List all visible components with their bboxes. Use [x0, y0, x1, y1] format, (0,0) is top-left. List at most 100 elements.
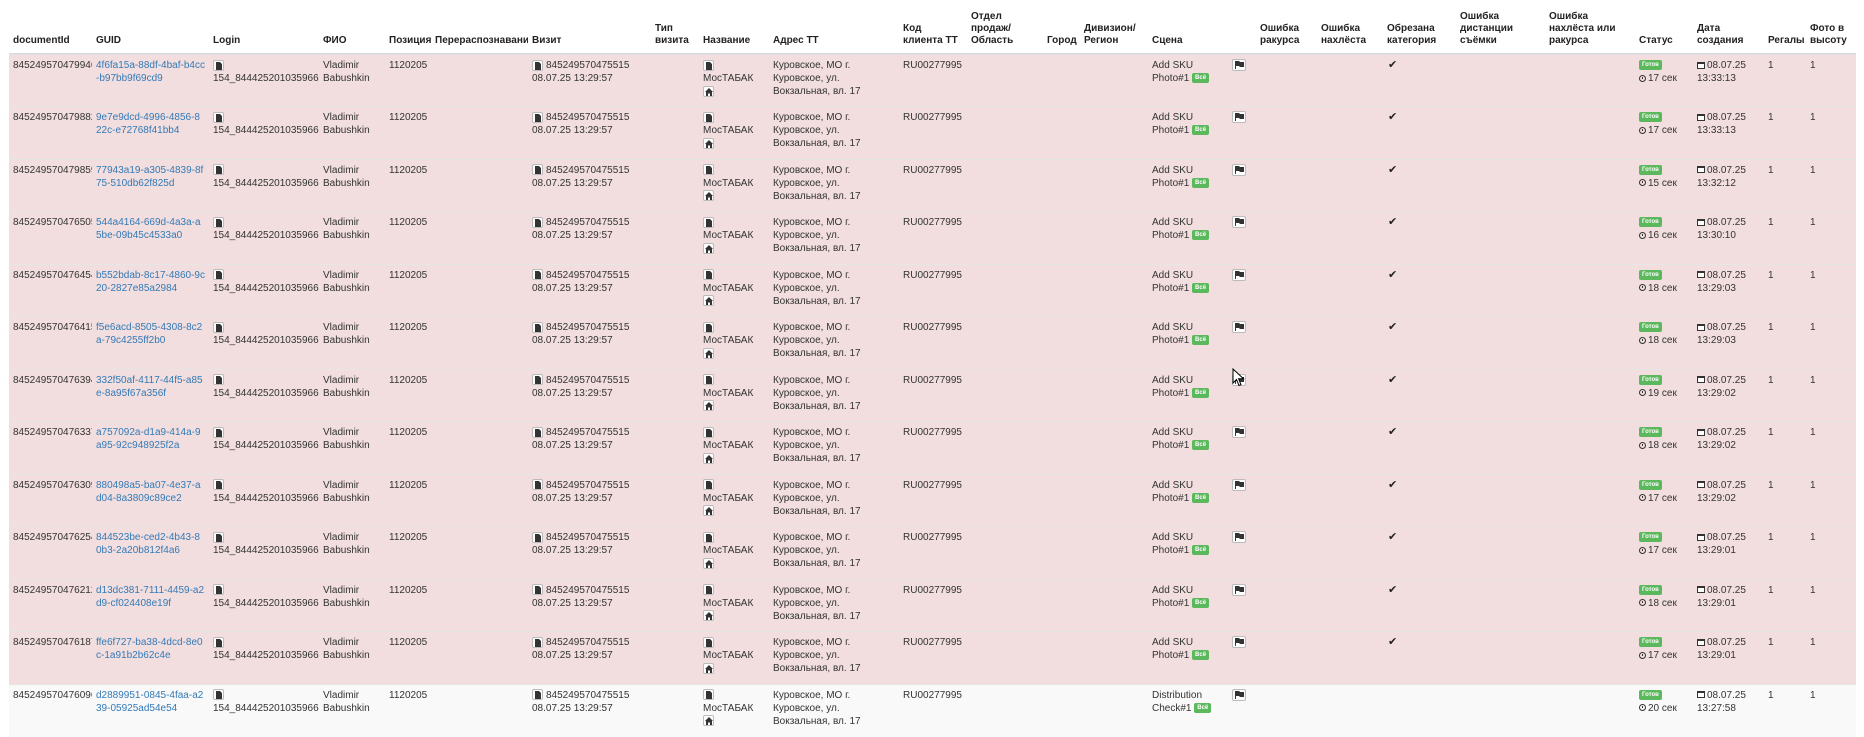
- column-header-23[interactable]: Регалы: [1764, 0, 1806, 55]
- table-row[interactable]: 845249570476254 844523be-ced2-4b43-80b3-…: [9, 526, 1856, 579]
- column-header-2[interactable]: Login: [209, 0, 319, 55]
- column-header-9[interactable]: Адрес ТТ: [769, 0, 899, 55]
- column-header-14[interactable]: Сцена: [1148, 0, 1228, 55]
- file-icon[interactable]: [703, 164, 714, 176]
- file-icon[interactable]: [703, 321, 714, 333]
- file-icon[interactable]: [532, 216, 543, 228]
- file-icon[interactable]: [213, 689, 224, 701]
- file-icon[interactable]: [213, 111, 224, 123]
- column-header-5[interactable]: Перераспознавание: [431, 0, 528, 55]
- home-icon[interactable]: [703, 715, 714, 727]
- file-icon[interactable]: [213, 584, 224, 596]
- flag-icon[interactable]: [1232, 163, 1246, 176]
- column-header-12[interactable]: Город: [1043, 0, 1080, 55]
- file-icon[interactable]: [213, 216, 224, 228]
- column-header-7[interactable]: Тип визита: [651, 0, 699, 55]
- column-header-19[interactable]: Ошибка дистанции съёмки: [1456, 0, 1545, 55]
- file-icon[interactable]: [213, 321, 224, 333]
- guid-link[interactable]: 332f50af-4117-44f5-a85e-8a95f67a356f: [96, 374, 205, 400]
- home-icon[interactable]: [703, 400, 714, 412]
- file-icon[interactable]: [703, 269, 714, 281]
- guid-link[interactable]: 544a4164-669d-4a3a-a5be-09b45c4533a0: [96, 216, 205, 242]
- file-icon[interactable]: [532, 269, 543, 281]
- column-header-0[interactable]: documentId: [9, 0, 92, 55]
- guid-link[interactable]: a757092a-d1a9-414a-9a95-92c948925f2a: [96, 426, 205, 452]
- column-header-16[interactable]: Ошибка ракурса: [1256, 0, 1317, 55]
- file-icon[interactable]: [532, 59, 543, 71]
- file-icon[interactable]: [532, 111, 543, 123]
- file-icon[interactable]: [703, 479, 714, 491]
- table-row[interactable]: 845249570476415 f5e6acd-8505-4308-8c2a-7…: [9, 316, 1856, 369]
- column-header-18[interactable]: Обрезана категория: [1383, 0, 1456, 55]
- home-icon[interactable]: [703, 137, 714, 149]
- home-icon[interactable]: [703, 557, 714, 569]
- file-icon[interactable]: [213, 479, 224, 491]
- flag-icon[interactable]: [1232, 531, 1246, 544]
- column-header-11[interactable]: Отдел продаж/ Область: [967, 0, 1043, 55]
- file-icon[interactable]: [532, 374, 543, 386]
- table-row[interactable]: 845249570476454 b552bdab-8c17-4860-9c20-…: [9, 263, 1856, 317]
- table-row[interactable]: 845249570476187 ffe6f727-ba38-4dcd-8e0c-…: [9, 631, 1856, 684]
- file-icon[interactable]: [213, 164, 224, 176]
- file-icon[interactable]: [213, 531, 224, 543]
- file-icon[interactable]: [703, 216, 714, 228]
- file-icon[interactable]: [213, 59, 224, 71]
- guid-link[interactable]: 4f6fa15a-88df-4baf-b4cc-b97bb9f69cd9: [96, 59, 205, 85]
- file-icon[interactable]: [213, 426, 224, 438]
- file-icon[interactable]: [213, 374, 224, 386]
- file-icon[interactable]: [703, 374, 714, 386]
- flag-icon[interactable]: [1232, 636, 1246, 649]
- guid-link[interactable]: ffe6f727-ba38-4dcd-8e0c-1a91b2b62c4e: [96, 636, 205, 662]
- table-row[interactable]: 845249570479859 77943a19-a305-4839-8f75-…: [9, 158, 1856, 212]
- home-icon[interactable]: [703, 505, 714, 517]
- flag-icon[interactable]: [1232, 426, 1246, 439]
- table-row[interactable]: 845249570479946 4f6fa15a-88df-4baf-b4cc-…: [9, 53, 1856, 107]
- file-icon[interactable]: [532, 321, 543, 333]
- column-header-21[interactable]: Статус: [1635, 0, 1693, 55]
- file-icon[interactable]: [703, 426, 714, 438]
- column-header-4[interactable]: Позиция: [385, 0, 431, 55]
- column-header-10[interactable]: Код клиента ТТ: [899, 0, 967, 55]
- table-row[interactable]: 845249570476212 d13dc381-7111-4459-a2d9-…: [9, 578, 1856, 632]
- column-header-15[interactable]: [1228, 0, 1256, 55]
- flag-icon[interactable]: [1232, 268, 1246, 281]
- file-icon[interactable]: [532, 636, 543, 648]
- file-icon[interactable]: [213, 269, 224, 281]
- guid-link[interactable]: 880498a5-ba07-4e37-ad04-8a3809c89ce2: [96, 479, 205, 505]
- file-icon[interactable]: [532, 531, 543, 543]
- file-icon[interactable]: [532, 689, 543, 701]
- file-icon[interactable]: [532, 426, 543, 438]
- flag-icon[interactable]: [1232, 478, 1246, 491]
- guid-link[interactable]: d2889951-0845-4faa-a239-05925ad54e54: [96, 689, 205, 715]
- file-icon[interactable]: [703, 531, 714, 543]
- file-icon[interactable]: [703, 111, 714, 123]
- flag-icon[interactable]: [1232, 59, 1246, 72]
- guid-link[interactable]: d13dc381-7111-4459-a2d9-cf024408e19f: [96, 584, 205, 610]
- home-icon[interactable]: [703, 662, 714, 674]
- column-header-8[interactable]: Название: [699, 0, 769, 55]
- guid-link[interactable]: 9e7e9dcd-4996-4856-822c-e72768f41bb4: [96, 111, 205, 137]
- home-icon[interactable]: [703, 242, 714, 254]
- file-icon[interactable]: [703, 59, 714, 71]
- column-header-22[interactable]: Дата создания: [1693, 0, 1764, 55]
- home-icon[interactable]: [703, 347, 714, 359]
- column-header-20[interactable]: Ошибка нахлёста или ракурса: [1545, 0, 1635, 55]
- guid-link[interactable]: 77943a19-a305-4839-8f75-510db62f825d: [96, 164, 205, 190]
- file-icon[interactable]: [532, 584, 543, 596]
- table-row[interactable]: 845249570476394 332f50af-4117-44f5-a85e-…: [9, 368, 1856, 422]
- flag-icon[interactable]: [1232, 321, 1246, 334]
- flag-icon[interactable]: [1232, 583, 1246, 596]
- file-icon[interactable]: [532, 479, 543, 491]
- home-icon[interactable]: [703, 190, 714, 202]
- table-row[interactable]: 845249570476505 544a4164-669d-4a3a-a5be-…: [9, 211, 1856, 264]
- table-row[interactable]: 845249570476096 d2889951-0845-4faa-a239-…: [9, 683, 1856, 737]
- guid-link[interactable]: 844523be-ced2-4b43-80b3-2a20b812f4a6: [96, 531, 205, 557]
- table-row[interactable]: 845249570476309 880498a5-ba07-4e37-ad04-…: [9, 473, 1856, 527]
- guid-link[interactable]: f5e6acd-8505-4308-8c2a-79c4255ff2b0: [96, 321, 205, 347]
- file-icon[interactable]: [703, 689, 714, 701]
- column-header-1[interactable]: GUID: [92, 0, 209, 55]
- file-icon[interactable]: [703, 636, 714, 648]
- file-icon[interactable]: [532, 164, 543, 176]
- flag-icon[interactable]: [1232, 216, 1246, 229]
- column-header-17[interactable]: Ошибка нахлёста: [1317, 0, 1383, 55]
